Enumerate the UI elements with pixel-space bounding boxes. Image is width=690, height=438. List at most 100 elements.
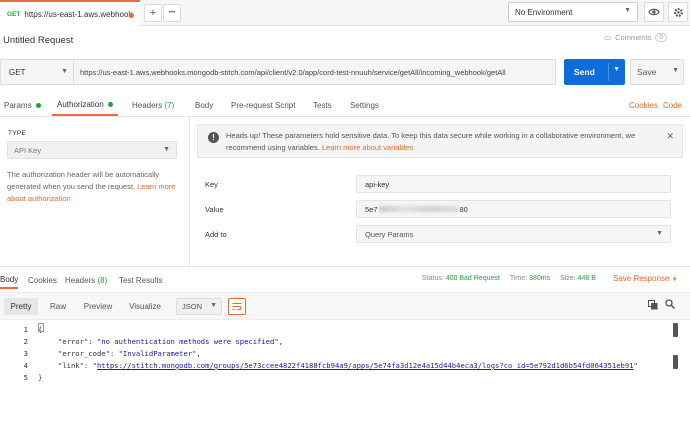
text-cursor: [38, 323, 44, 332]
chevron-down-icon[interactable]: ▼: [672, 67, 679, 74]
environment-select[interactable]: No Environment ▼: [508, 2, 638, 22]
tab-authorization-label: Authorization: [57, 99, 104, 109]
tab-headers[interactable]: Headers (7): [132, 94, 174, 116]
json-value: "InvalidParameter": [118, 349, 197, 358]
logs-link[interactable]: https://stitch.mongodb.com/groups/5e73cc…: [97, 361, 634, 370]
response-tab-headers[interactable]: Headers (8): [65, 272, 107, 289]
response-tab-cookies[interactable]: Cookies: [28, 272, 57, 289]
wrap-lines-icon[interactable]: [228, 298, 246, 315]
save-response-label: Save Response: [613, 274, 670, 283]
more-tabs-button[interactable]: •••: [163, 4, 181, 22]
line-number: 2: [23, 337, 28, 346]
view-preview-button[interactable]: Preview: [78, 298, 118, 315]
response-divider: [0, 266, 690, 267]
chevron-down-icon: ▼: [210, 302, 217, 309]
time-value[interactable]: 380ms: [529, 275, 550, 282]
comments-label: Comments: [615, 33, 652, 42]
sensitive-data-notice: ! Heads up! These parameters hold sensit…: [197, 124, 683, 158]
environment-value: No Environment: [515, 7, 573, 17]
request-tab[interactable]: GET https://us-east-1.aws.webhook: [0, 0, 140, 26]
code-line: "error_code": "InvalidParameter",: [58, 349, 201, 358]
key-label: Key: [205, 180, 218, 189]
key-input[interactable]: api-key: [356, 175, 671, 193]
response-status: Status: 400 Bad Request Time: 380ms Size…: [422, 275, 596, 282]
view-pretty-button[interactable]: Pretty: [4, 298, 38, 315]
code-line: }: [38, 373, 43, 382]
time-group: Time: 380ms: [510, 275, 550, 282]
notice-message: Heads up! These parameters hold sensitiv…: [226, 131, 636, 152]
add-tab-button[interactable]: +: [144, 4, 162, 22]
search-icon[interactable]: [665, 299, 675, 311]
method-value: GET: [9, 67, 26, 77]
copy-icon[interactable]: [648, 300, 658, 312]
chevron-down-icon: ▼: [61, 68, 68, 75]
active-dot-icon: [107, 101, 113, 107]
code-link[interactable]: Code: [663, 94, 682, 116]
format-select[interactable]: JSON ▼: [176, 298, 222, 315]
type-label: TYPE: [8, 130, 27, 137]
save-button[interactable]: Save ▼: [630, 59, 684, 85]
value-suffix: 80: [459, 204, 468, 214]
size-value[interactable]: 448 B: [578, 275, 596, 282]
auth-type-value: API Key: [14, 145, 42, 155]
status-group: Status: 400 Bad Request: [422, 275, 500, 282]
tab-tests[interactable]: Tests: [313, 94, 332, 116]
active-dot-icon: [35, 102, 41, 108]
close-icon[interactable]: ✕: [666, 131, 674, 142]
size-group: Size: 448 B: [560, 275, 596, 282]
addto-value: Query Params: [365, 229, 414, 239]
learn-more-variables-link[interactable]: Learn more about variables: [322, 143, 413, 152]
tab-method: GET: [7, 10, 21, 18]
url-input[interactable]: https://us-east-1.aws.webhooks.mongodb-s…: [73, 59, 556, 85]
comments-button[interactable]: ▭ Comments 0: [604, 33, 667, 42]
value-input[interactable]: 5e7 80: [356, 200, 671, 218]
response-tab-body[interactable]: Body: [0, 272, 19, 289]
line-number: 4: [23, 361, 28, 370]
code-line: "link": "https://stitch.mongodb.com/grou…: [58, 361, 638, 370]
tab-headers-count: (7): [164, 100, 175, 110]
chevron-down-icon: ▼: [671, 277, 678, 283]
cookies-link[interactable]: Cookies: [629, 94, 658, 116]
scrollbar-thumb[interactable]: [673, 355, 678, 369]
scrollbar-thumb[interactable]: [673, 323, 678, 337]
line-number: 3: [23, 349, 28, 358]
addto-label: Add to: [205, 230, 227, 239]
status-label: Status:: [422, 275, 444, 282]
format-value: JSON: [182, 302, 203, 311]
json-value: "no authentication methods were specifie…: [96, 337, 279, 346]
tab-title: https://us-east-1.aws.webhook: [24, 9, 133, 19]
chevron-down-icon[interactable]: ▼: [613, 66, 620, 73]
response-tab-test-results[interactable]: Test Results: [119, 272, 163, 289]
gear-icon[interactable]: [668, 2, 688, 22]
addto-select[interactable]: Query Params ▼: [356, 225, 671, 243]
view-visualize-button[interactable]: Visualize: [124, 298, 166, 315]
eye-icon[interactable]: [644, 2, 664, 22]
response-body-code[interactable]: 1 2 3 4 5 { "error": "no authentication …: [0, 321, 690, 438]
view-raw-button[interactable]: Raw: [45, 298, 71, 315]
status-value[interactable]: 400 Bad Request: [446, 275, 500, 282]
chevron-down-icon: ▼: [624, 7, 631, 14]
line-number: 1: [23, 325, 28, 334]
value-prefix: 5e7: [365, 204, 378, 214]
auth-type-select[interactable]: API Key ▼: [7, 141, 177, 159]
chevron-down-icon: ▼: [656, 230, 663, 237]
response-headers-count: (8): [97, 276, 108, 285]
tab-body[interactable]: Body: [195, 94, 213, 116]
tab-params-label: Params: [4, 100, 32, 110]
time-label: Time:: [509, 275, 528, 282]
method-select[interactable]: GET ▼: [0, 59, 74, 85]
send-button[interactable]: Send ▼: [564, 59, 625, 85]
tab-params[interactable]: Params: [4, 94, 41, 116]
code-line: "error": "no authentication methods were…: [58, 337, 284, 346]
tab-authorization[interactable]: Authorization: [52, 94, 118, 116]
request-title[interactable]: Untitled Request: [3, 35, 73, 46]
save-label: Save: [637, 67, 657, 77]
tab-settings[interactable]: Settings: [350, 94, 379, 116]
redacted-value: [378, 206, 459, 212]
send-divider: [608, 63, 609, 81]
info-icon: !: [208, 132, 219, 143]
tab-prerequest-script[interactable]: Pre-request Script: [231, 94, 295, 116]
chevron-down-icon: ▼: [163, 146, 170, 153]
send-label: Send: [574, 67, 595, 77]
save-response-button[interactable]: Save Response ▼: [613, 274, 678, 283]
